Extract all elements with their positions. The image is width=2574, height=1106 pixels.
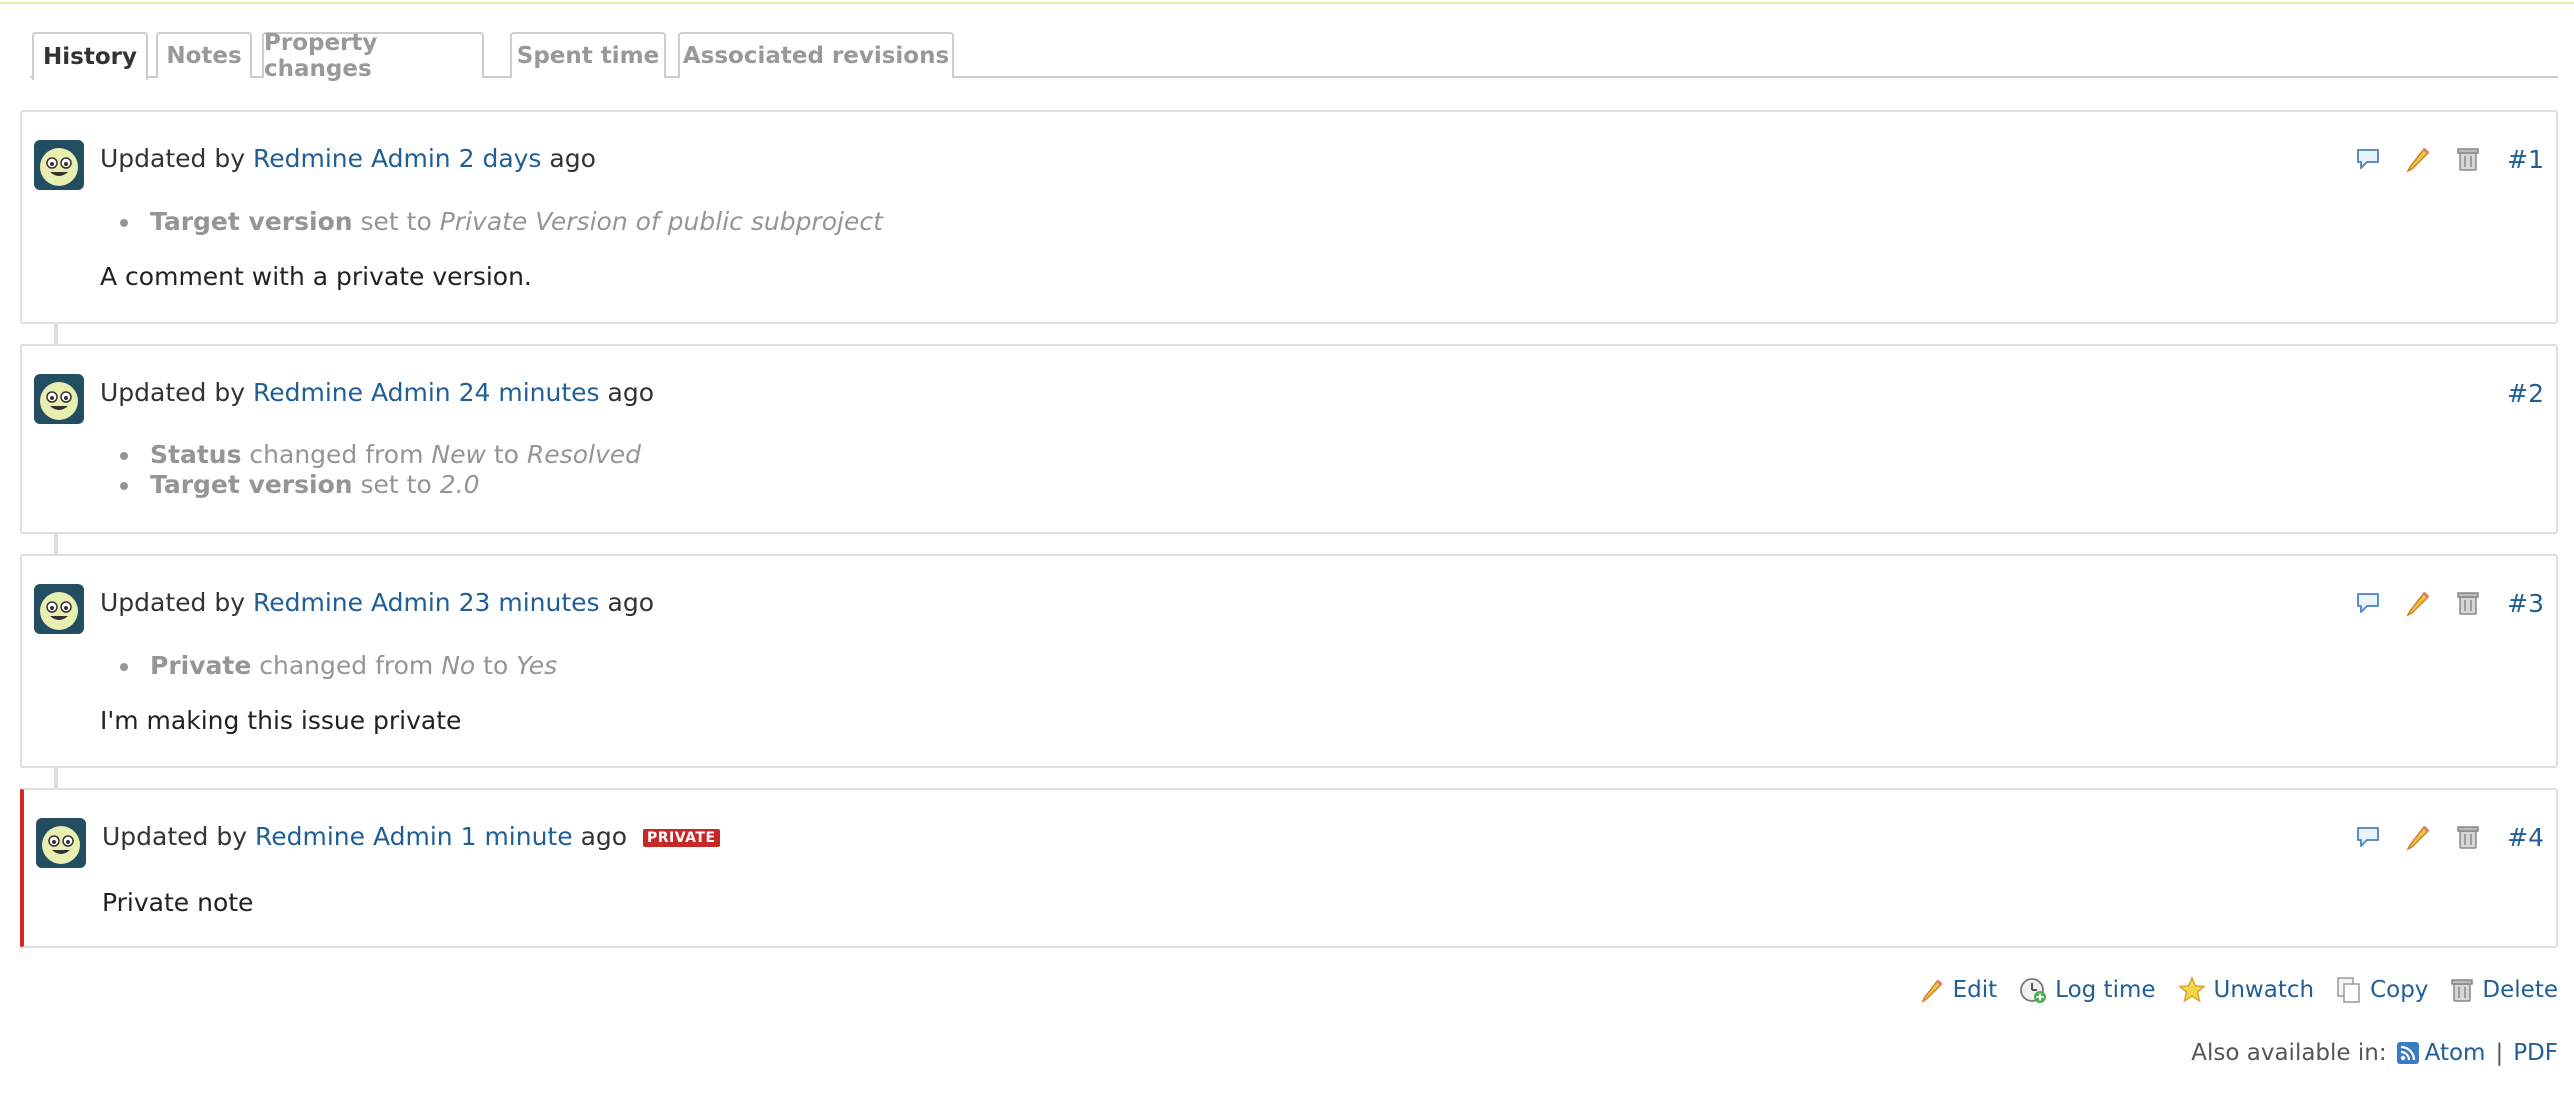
rss-feed-icon bbox=[2396, 1042, 2419, 1064]
unwatch-link[interactable]: Unwatch bbox=[2177, 976, 2315, 1004]
journal-entry-1: Updated by Redmine Admin 2 days ago #1 T… bbox=[20, 110, 2558, 324]
journal-suffix: ago bbox=[607, 588, 654, 617]
journal-details: Private changed from No to Yes bbox=[100, 651, 557, 681]
journal-header: Updated by Redmine Admin 24 minutes ago bbox=[100, 378, 654, 407]
journal-number-link[interactable]: #3 bbox=[2507, 589, 2544, 618]
detail-item: Target version set to 2.0 bbox=[100, 470, 641, 500]
journal-entry-4: Updated by Redmine Admin 1 minute ago PR… bbox=[20, 788, 2558, 948]
other-formats-label: Also available in: bbox=[2191, 1040, 2387, 1066]
journal-number-link[interactable]: #2 bbox=[2507, 379, 2544, 408]
history-tabs: History Notes Property changes Spent tim… bbox=[30, 30, 2558, 82]
journal-number-link[interactable]: #1 bbox=[2507, 145, 2544, 174]
clock-add-icon bbox=[2020, 978, 2047, 1003]
journal-connector bbox=[54, 322, 58, 344]
tab-property-changes[interactable]: Property changes bbox=[262, 30, 484, 82]
private-badge: PRIVATE bbox=[643, 829, 720, 847]
tab-spent-time[interactable]: Spent time bbox=[510, 32, 666, 78]
atom-link[interactable]: Atom bbox=[2425, 1040, 2486, 1066]
journal-note: Private note bbox=[102, 888, 254, 917]
tab-notes[interactable]: Notes bbox=[156, 32, 252, 78]
journal-note: A comment with a private version. bbox=[100, 262, 532, 291]
tab-associated-revisions[interactable]: Associated revisions bbox=[678, 32, 954, 78]
avatar bbox=[34, 140, 84, 190]
journal-header: Updated by Redmine Admin 1 minute ago PR… bbox=[102, 822, 720, 851]
edit-label: Edit bbox=[1952, 977, 1998, 1003]
avatar bbox=[34, 374, 84, 424]
edit-pencil-icon[interactable] bbox=[2401, 586, 2435, 620]
delete-trash-icon[interactable] bbox=[2451, 142, 2485, 176]
author-link[interactable]: Redmine Admin bbox=[255, 822, 453, 851]
star-icon bbox=[2177, 976, 2206, 1003]
journal-details: Status changed from New to Resolved Targ… bbox=[100, 440, 641, 500]
time-link[interactable]: 23 minutes bbox=[459, 588, 600, 617]
journal-prefix: Updated by bbox=[102, 822, 248, 851]
time-link[interactable]: 1 minute bbox=[461, 822, 573, 851]
issue-actions: Edit Log time Unwatch Copy Delete bbox=[1897, 976, 2558, 1004]
delete-trash-icon[interactable] bbox=[2451, 586, 2485, 620]
delete-trash-icon[interactable] bbox=[2451, 820, 2485, 854]
journal-note: I'm making this issue private bbox=[100, 706, 462, 735]
pdf-link[interactable]: PDF bbox=[2513, 1040, 2558, 1066]
journal-prefix: Updated by bbox=[100, 144, 246, 173]
detail-item: Private changed from No to Yes bbox=[100, 651, 557, 681]
author-link[interactable]: Redmine Admin bbox=[253, 588, 451, 617]
tab-history[interactable]: History bbox=[32, 32, 148, 80]
separator: | bbox=[2495, 1040, 2504, 1066]
quote-icon[interactable] bbox=[2351, 820, 2385, 854]
journal-details: Target version set to Private Version of… bbox=[100, 207, 883, 237]
delete-label: Delete bbox=[2482, 977, 2558, 1003]
top-border bbox=[0, 0, 2574, 4]
copy-icon bbox=[2337, 977, 2360, 1003]
journal-header: Updated by Redmine Admin 23 minutes ago bbox=[100, 588, 654, 617]
log-time-label: Log time bbox=[2055, 977, 2156, 1003]
edit-pencil-icon[interactable] bbox=[2401, 142, 2435, 176]
journal-prefix: Updated by bbox=[100, 588, 246, 617]
time-link[interactable]: 2 days bbox=[459, 144, 542, 173]
log-time-link[interactable]: Log time bbox=[2019, 976, 2156, 1004]
journal-connector bbox=[54, 766, 58, 788]
journal-suffix: ago bbox=[607, 378, 654, 407]
other-formats: Also available in: Atom | PDF bbox=[2191, 1040, 2558, 1066]
journal-connector bbox=[54, 532, 58, 554]
journal-suffix: ago bbox=[580, 822, 628, 851]
copy-link[interactable]: Copy bbox=[2336, 976, 2428, 1004]
avatar bbox=[34, 584, 84, 634]
journal-entry-2: Updated by Redmine Admin 24 minutes ago … bbox=[20, 344, 2558, 534]
avatar bbox=[36, 818, 86, 868]
detail-item: Target version set to Private Version of… bbox=[100, 207, 883, 237]
journal-header: Updated by Redmine Admin 2 days ago bbox=[100, 144, 596, 173]
journal-number-link[interactable]: #4 bbox=[2507, 823, 2544, 852]
author-link[interactable]: Redmine Admin bbox=[253, 144, 451, 173]
detail-item: Status changed from New to Resolved bbox=[100, 440, 641, 470]
edit-pencil-icon bbox=[1920, 979, 1942, 1003]
journal-actions: #3 bbox=[2335, 586, 2544, 620]
delete-trash-icon bbox=[2451, 979, 2474, 1002]
journal-actions: #2 bbox=[2485, 376, 2544, 410]
journal-entry-3: Updated by Redmine Admin 23 minutes ago … bbox=[20, 554, 2558, 768]
time-link[interactable]: 24 minutes bbox=[459, 378, 600, 407]
unwatch-label: Unwatch bbox=[2213, 977, 2315, 1003]
journal-actions: #4 bbox=[2335, 820, 2544, 854]
journal-prefix: Updated by bbox=[100, 378, 246, 407]
delete-link[interactable]: Delete bbox=[2450, 977, 2558, 1003]
edit-pencil-icon[interactable] bbox=[2401, 820, 2435, 854]
copy-label: Copy bbox=[2370, 977, 2429, 1003]
journal-suffix: ago bbox=[549, 144, 596, 173]
edit-link[interactable]: Edit bbox=[1919, 977, 1998, 1003]
quote-icon[interactable] bbox=[2351, 142, 2385, 176]
quote-icon[interactable] bbox=[2351, 586, 2385, 620]
author-link[interactable]: Redmine Admin bbox=[253, 378, 451, 407]
journal-actions: #1 bbox=[2335, 142, 2544, 176]
